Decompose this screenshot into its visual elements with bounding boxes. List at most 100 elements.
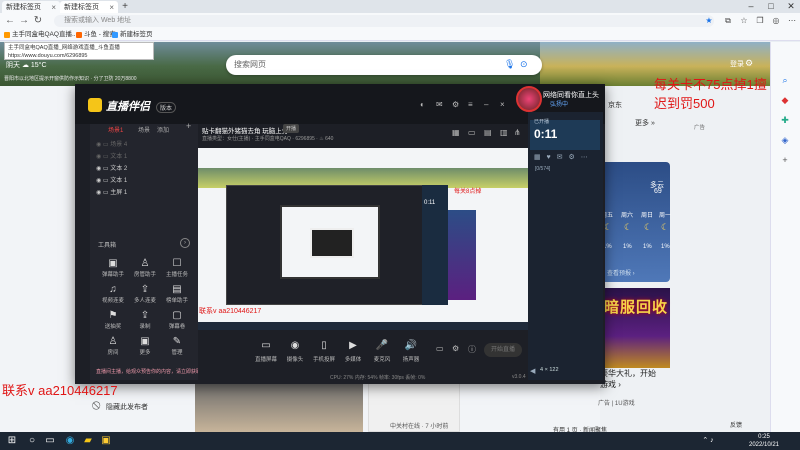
info-icon[interactable]: ⓘ (468, 344, 476, 355)
close-icon[interactable]: × (51, 3, 56, 12)
start-icon[interactable]: ⊞ (4, 433, 20, 449)
screen-icon[interactable]: ▭ (468, 128, 476, 137)
control-icon[interactable]: ◉ (280, 340, 310, 351)
folder-icon[interactable]: ▰ (80, 433, 96, 449)
chat-icon[interactable]: ◀ (530, 367, 535, 375)
control-icon[interactable]: ▶ (338, 340, 368, 351)
browser-tab[interactable]: 新建标签页 × (2, 1, 60, 13)
control-icon[interactable]: 🎤 (367, 340, 397, 351)
mail-icon[interactable]: ✉ (436, 100, 443, 109)
microphone-icon[interactable]: 🎙 (504, 59, 515, 70)
browser-tab-active[interactable]: 新建标签页 × (60, 1, 118, 13)
add-icon[interactable]: + (779, 154, 791, 166)
source-row[interactable]: ◉ ▭ 文本 1 (96, 175, 127, 184)
refresh-icon[interactable]: ↻ (32, 13, 44, 29)
ad-title[interactable]: 京东 (608, 100, 622, 110)
source-row[interactable]: ◉ ▭ 文本 2 (96, 163, 127, 172)
add-scene-button[interactable]: + (186, 121, 191, 131)
tool-icon[interactable]: ♫ (98, 284, 128, 295)
game-ad-caption[interactable]: 豪华大礼，开始 游戏 › (600, 368, 656, 390)
feedback-button[interactable]: 反馈 (730, 420, 742, 429)
share-icon[interactable]: ⋔ (514, 128, 521, 137)
tab-add[interactable]: 添加 (157, 125, 169, 134)
weather-chip[interactable]: 阴天 ☁ 15°C (6, 60, 47, 70)
control-icon[interactable]: ▯ (309, 340, 339, 351)
back-icon[interactable]: ← (4, 13, 16, 29)
favorites-icon[interactable]: ☆ (738, 15, 750, 27)
tool-label: 房间 (107, 350, 119, 356)
avatar[interactable] (516, 86, 542, 112)
tab-scene-2[interactable]: 场景 (138, 125, 150, 134)
sign-in-button[interactable]: 登录 (730, 59, 744, 69)
tool-icon[interactable]: ♙ (130, 258, 160, 269)
tray-icons[interactable]: ⌃ ♪ (700, 433, 716, 449)
new-tab-button[interactable]: + (119, 0, 131, 13)
forward-icon[interactable]: → (18, 13, 30, 29)
minimize-button[interactable]: – (742, 0, 760, 13)
calendar-icon[interactable]: ▤ (484, 128, 492, 137)
layout-icon[interactable]: ▦ (452, 128, 460, 137)
news-image[interactable] (195, 380, 363, 432)
favorite-item[interactable]: 新建标签页 (112, 29, 153, 41)
split-screen-icon[interactable]: ⧉ (722, 15, 734, 27)
close-icon[interactable]: × (109, 3, 114, 12)
settings-icon[interactable]: ⚙ (452, 344, 459, 353)
visual-search-icon[interactable]: ⊙ (520, 59, 528, 70)
address-input[interactable] (54, 15, 714, 27)
games-icon[interactable]: ◈ (779, 134, 791, 146)
shopping-icon[interactable]: ◆ (779, 94, 791, 106)
viewer-toolbar[interactable]: ▦ ♥ ✉ ⚙ ⋯ (534, 153, 590, 161)
tool-icon[interactable]: ⇪ (130, 310, 160, 321)
gear-icon[interactable]: ⚙ (745, 58, 753, 69)
close-icon[interactable]: × (500, 100, 505, 109)
preview-red-caption: 每关8点掉 (454, 189, 482, 195)
search-icon[interactable]: ○ (24, 433, 40, 449)
tool-icon[interactable]: ▤ (162, 284, 192, 295)
tools-icon[interactable]: ✚ (779, 114, 791, 126)
tool-icon[interactable]: ⇪ (130, 284, 160, 295)
account-icon[interactable]: ◎ (770, 15, 782, 27)
forecast-link[interactable]: 查看预报 › (607, 268, 635, 277)
settings-icon[interactable]: ⚙ (452, 100, 459, 109)
search-placeholder: 搜索网页 (234, 60, 266, 69)
source-label: 文本 1 (110, 178, 128, 184)
tool-icon[interactable]: ▢ (162, 310, 192, 321)
tool-icon[interactable]: ▣ (130, 336, 160, 347)
minimize-icon[interactable]: – (484, 100, 488, 109)
control-icon[interactable]: 🔊 (396, 340, 426, 351)
tool-icon[interactable]: ⚑ (98, 310, 128, 321)
menu-icon[interactable]: ≡ (468, 100, 473, 109)
source-row[interactable]: ◉ ▭ 主屏 1 (96, 187, 127, 196)
search-input[interactable] (226, 55, 542, 75)
favorite-star-icon[interactable]: ★ (703, 15, 715, 27)
notes-icon[interactable]: ▥ (500, 128, 508, 137)
collections-icon[interactable]: ❐ (754, 15, 766, 27)
tab-scene[interactable]: 场景1 (108, 125, 123, 134)
source-row[interactable]: ◉ ▭ 场景 4 (96, 139, 127, 148)
maximize-button[interactable]: □ (762, 0, 780, 13)
tool-icon[interactable]: ✎ (162, 336, 192, 347)
favorite-label: 新建标签页 (120, 31, 153, 38)
tool-icon[interactable]: ☐ (162, 258, 192, 269)
favorite-item[interactable]: 主手同盒电QAQ直播... (4, 29, 77, 41)
chevron-icon[interactable]: › (180, 238, 190, 248)
more-icon[interactable]: ⋯ (786, 15, 798, 27)
stream-title[interactable]: 贴卡翻猫外猪猫去角 玩脑上分 (202, 125, 288, 135)
favorite-item[interactable]: 斗鱼 - 搜索 (76, 29, 116, 41)
control-icon[interactable]: ▭ (251, 340, 281, 351)
search-icon[interactable]: ⌕ (779, 74, 791, 86)
version-badge[interactable]: 版本 (156, 102, 177, 113)
tool-icon[interactable]: ▣ (98, 258, 128, 269)
start-live-button[interactable]: 开始直播 (484, 343, 522, 357)
task-view-icon[interactable]: ▭ (42, 433, 58, 449)
clock[interactable]: 0:25 2022/10/21 (744, 433, 784, 449)
more-link[interactable]: 更多 » (635, 118, 655, 128)
edge-icon[interactable]: ◉ (62, 433, 78, 449)
headset-icon[interactable]: ◐ (420, 100, 425, 109)
hide-publisher-menu-item[interactable]: 隐藏此发布者 (106, 402, 148, 412)
app-icon[interactable]: ▣ (98, 433, 114, 449)
close-window-button[interactable]: ✕ (782, 0, 800, 13)
camera-icon[interactable]: ▭ (436, 344, 444, 353)
source-row[interactable]: ◉ ▭ 文本 1 (96, 151, 127, 160)
tool-icon[interactable]: ♙ (98, 336, 128, 347)
